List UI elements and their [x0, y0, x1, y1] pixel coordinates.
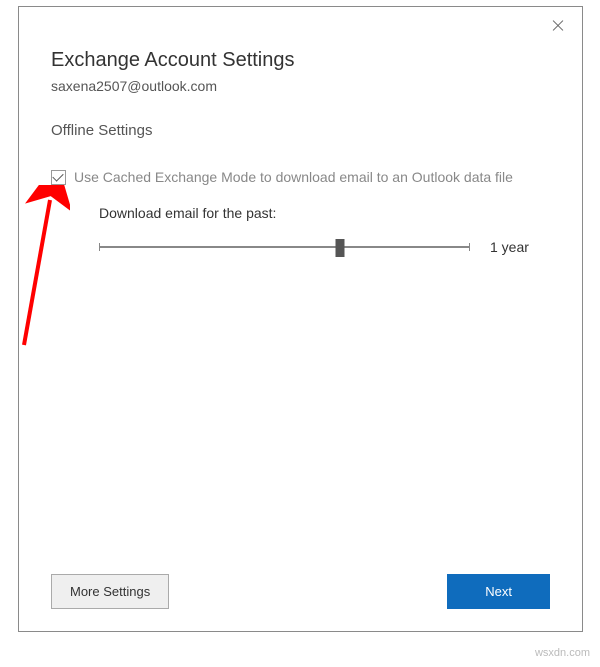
download-range-slider[interactable]: [99, 237, 470, 257]
watermark: wsxdn.com: [535, 647, 590, 659]
slider-thumb[interactable]: [336, 239, 345, 257]
section-heading: Offline Settings: [51, 122, 550, 139]
dialog-content: Exchange Account Settings saxena2507@out…: [19, 7, 582, 257]
download-range-section: Download email for the past: 1 year: [51, 205, 550, 257]
download-range-label: Download email for the past:: [99, 205, 540, 221]
more-settings-button[interactable]: More Settings: [51, 574, 169, 609]
button-bar: More Settings Next: [51, 574, 550, 609]
slider-row: 1 year: [99, 237, 540, 257]
settings-dialog: Exchange Account Settings saxena2507@out…: [18, 6, 583, 632]
cached-mode-row: Use Cached Exchange Mode to download ema…: [51, 169, 550, 185]
account-email: saxena2507@outlook.com: [51, 78, 550, 94]
next-button[interactable]: Next: [447, 574, 550, 609]
cached-mode-checkbox[interactable]: [51, 170, 66, 185]
slider-value-label: 1 year: [490, 239, 540, 255]
page-title: Exchange Account Settings: [51, 49, 550, 72]
close-icon[interactable]: [550, 17, 568, 35]
cached-mode-label: Use Cached Exchange Mode to download ema…: [74, 169, 513, 185]
